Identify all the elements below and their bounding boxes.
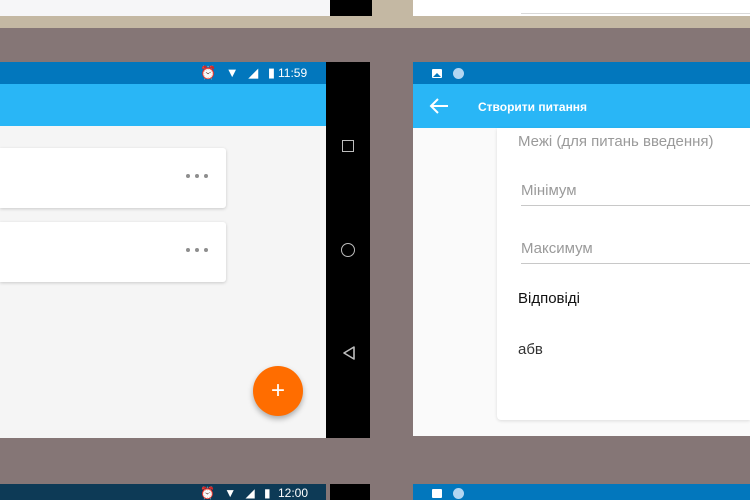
minimum-input[interactable]: [521, 178, 750, 202]
status-time: 11:59: [278, 66, 308, 80]
answers-heading: Відповіді: [518, 290, 580, 307]
right-status-bar: [413, 62, 750, 84]
list-card[interactable]: [0, 222, 226, 282]
more-icon[interactable]: [186, 244, 208, 256]
image-notification-icon: [432, 69, 442, 78]
notification-dot-icon: [453, 68, 464, 79]
minimum-field[interactable]: [521, 178, 750, 206]
next-screenshot-status-bar-left: ⏰ ▼ ◢ ▮ 12:00: [0, 484, 326, 500]
nav-back-icon[interactable]: [342, 346, 356, 360]
previous-screenshot-fragment-left: [0, 0, 330, 16]
notification-dot-icon: [453, 488, 464, 499]
image-notification-icon: [432, 489, 442, 498]
next-screenshot-status-bar-right: [413, 484, 750, 500]
more-icon[interactable]: [186, 170, 208, 182]
right-app-bar: Створити питання: [413, 84, 750, 128]
status-time: 12:00: [278, 486, 309, 500]
back-arrow-icon[interactable]: [429, 96, 449, 116]
next-navbar-fragment: [330, 484, 370, 500]
status-icons: ⏰ ▼ ◢ ▮: [200, 486, 274, 500]
right-content-area: Межі (для питань введення) Відповіді абв: [413, 128, 750, 436]
limits-label: Межі (для питань введення): [518, 133, 714, 150]
question-form-card: Межі (для питань введення) Відповіді абв: [497, 128, 750, 420]
maximum-field[interactable]: [521, 236, 750, 264]
android-navigation-bar: [326, 62, 370, 438]
left-app-bar: [0, 84, 326, 126]
left-content-area: +: [0, 126, 326, 438]
divider: [521, 13, 750, 14]
screen-title: Створити питання: [478, 100, 588, 114]
add-button[interactable]: +: [253, 366, 303, 416]
status-icons: ⏰ ▼ ◢ ▮: [200, 65, 279, 80]
maximum-input[interactable]: [521, 236, 750, 260]
list-card[interactable]: [0, 148, 226, 208]
answer-item[interactable]: абв: [518, 341, 543, 358]
left-status-bar: ⏰ ▼ ◢ ▮ 11:59: [0, 62, 326, 84]
previous-screenshot-fragment-right: [413, 0, 750, 16]
previous-navbar-fragment: [330, 0, 372, 16]
nav-recents-icon[interactable]: [342, 140, 354, 152]
nav-home-icon[interactable]: [341, 243, 355, 257]
